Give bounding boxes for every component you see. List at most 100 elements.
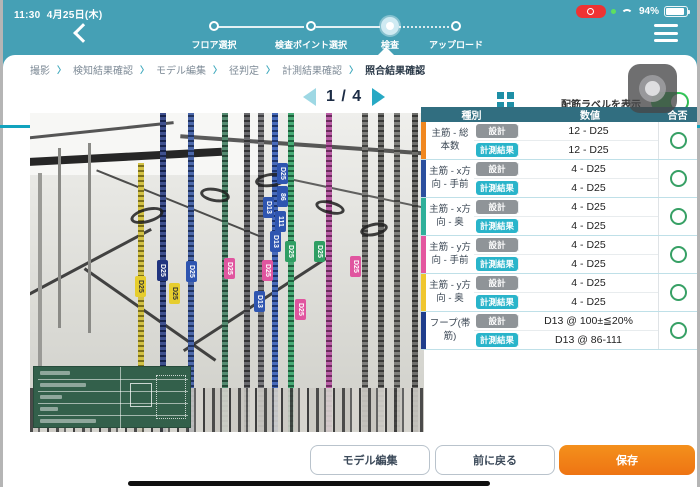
step-label-floor: フロア選択 <box>191 38 236 51</box>
table-row[interactable]: 主筋 - y方向 - 手前 設計4 - D25 計測結果4 - D25 <box>421 236 697 274</box>
design-value: 4 - D25 <box>518 277 658 289</box>
clock-and-date: 11:30 4月25日(木) <box>14 6 102 21</box>
battery-icon <box>664 6 688 17</box>
measured-badge: 計測結果 <box>476 333 518 347</box>
design-value: D13 @ 100±≦20% <box>518 315 658 327</box>
back-button[interactable] <box>73 23 93 43</box>
design-badge: 設計 <box>476 124 518 138</box>
measured-badge: 計測結果 <box>476 181 518 195</box>
row-category: 主筋 - x方向 - 奥 <box>426 198 474 235</box>
measured-value: 4 - D25 <box>518 182 658 194</box>
measured-value: 4 - D25 <box>518 258 658 270</box>
step-circle-inspect[interactable] <box>381 17 399 35</box>
table-row[interactable]: 主筋 - x方向 - 奥 設計4 - D25 計測結果4 - D25 <box>421 198 697 236</box>
measured-value: D13 @ 86-111 <box>518 334 658 346</box>
home-indicator[interactable] <box>128 481 490 486</box>
table-row[interactable]: 主筋 - y方向 - 奥 設計4 - D25 計測結果4 - D25 <box>421 274 697 312</box>
menu-button[interactable] <box>654 24 678 42</box>
nav-bar: フロア選択 検査ポイント選択 検査 アップロード <box>0 24 700 55</box>
row-category: 主筋 - 総本数 <box>426 122 474 159</box>
footer-bar: モデル編集 前に戻る 保存 <box>3 445 697 477</box>
breadcrumb-item[interactable]: 検知結果確認 <box>73 62 133 77</box>
measured-badge: 計測結果 <box>476 257 518 271</box>
screen-recording-indicator[interactable] <box>576 5 606 18</box>
result-cell <box>658 236 697 273</box>
assistive-touch-ring <box>639 75 666 102</box>
result-cell <box>658 122 697 159</box>
pass-circle-icon <box>670 132 687 149</box>
breadcrumb-item[interactable]: モデル編集 <box>156 62 206 77</box>
breadcrumb-separator-icon: 〉 <box>266 63 275 76</box>
rebar-tag: D25 <box>135 276 146 297</box>
breadcrumb-item-current: 照合結果確認 <box>365 62 425 77</box>
table-row[interactable]: フープ(帯筋) 設計D13 @ 100±≦20% 計測結果D13 @ 86-11… <box>421 312 697 350</box>
result-cell <box>658 274 697 311</box>
results-table: 種別 数値 合否 主筋 - 総本数 設計12 - D25 計測結果12 - D2… <box>421 107 697 350</box>
battery-percent: 94% <box>639 6 659 17</box>
result-cell <box>658 312 697 349</box>
measured-value: 4 - D25 <box>518 296 658 308</box>
breadcrumb-separator-icon: 〉 <box>140 63 149 76</box>
measured-value: 12 - D25 <box>518 144 658 156</box>
breadcrumb-item[interactable]: 計測結果確認 <box>282 62 342 77</box>
assistive-touch-dot <box>645 81 660 96</box>
next-page-button[interactable] <box>372 88 385 106</box>
breadcrumb-item[interactable]: 径判定 <box>229 62 259 77</box>
result-cell <box>658 198 697 235</box>
network-dot-icon <box>611 9 616 14</box>
design-badge: 設計 <box>476 162 518 176</box>
content-panel: 撮影 〉 検知結果確認 〉 モデル編集 〉 径判定 〉 計測結果確認 〉 照合結… <box>3 55 697 487</box>
row-category: 主筋 - x方向 - 手前 <box>426 160 474 197</box>
rebar-tag: D25 <box>186 261 197 282</box>
design-badge: 設計 <box>476 200 518 214</box>
model-edit-button[interactable]: モデル編集 <box>310 445 430 475</box>
design-value: 12 - D25 <box>518 125 658 137</box>
wifi-icon <box>621 7 634 17</box>
design-badge: 設計 <box>476 276 518 290</box>
page-indicator: 1 / 4 <box>326 88 362 106</box>
status-date: 4月25日(木) <box>47 10 103 21</box>
row-category: 主筋 - y方向 - 奥 <box>426 274 474 311</box>
step-circle-upload[interactable] <box>451 21 461 31</box>
construction-blackboard <box>33 366 191 428</box>
assistive-touch-button[interactable] <box>628 64 677 113</box>
measured-badge: 計測結果 <box>476 219 518 233</box>
prev-page-button[interactable] <box>303 88 316 106</box>
rebar-tag: D25 <box>295 299 306 320</box>
rebar-tag: D25 <box>157 260 168 281</box>
rebar-tag: D13 <box>263 197 274 218</box>
app-screen: 11:30 4月25日(木) 94% フロア選択 検査ポイント選択 検査 アップ… <box>0 0 700 487</box>
pass-circle-icon <box>670 208 687 225</box>
back-step-button[interactable]: 前に戻る <box>435 445 555 475</box>
pass-circle-icon <box>670 284 687 301</box>
row-category: 主筋 - y方向 - 手前 <box>426 236 474 273</box>
row-category: フープ(帯筋) <box>426 312 474 349</box>
result-cell <box>658 160 697 197</box>
design-value: 4 - D25 <box>518 201 658 213</box>
table-row[interactable]: 主筋 - x方向 - 手前 設計4 - D25 計測結果4 - D25 <box>421 160 697 198</box>
progress-stepper: フロア選択 検査ポイント選択 検査 アップロード <box>205 18 475 54</box>
rebar-tag: 86 <box>277 186 288 207</box>
header-kind: 種別 <box>421 107 522 122</box>
rebar-tag: D25 <box>224 258 235 279</box>
step-label-upload: アップロード <box>429 38 483 51</box>
design-value: 4 - D25 <box>518 239 658 251</box>
breadcrumb-separator-icon: 〉 <box>349 63 358 76</box>
rebar-tag: D25 <box>169 283 180 304</box>
step-circle-point[interactable] <box>306 21 316 31</box>
measured-value: 4 - D25 <box>518 220 658 232</box>
pass-circle-icon <box>670 246 687 263</box>
breadcrumb-separator-icon: 〉 <box>57 63 66 76</box>
save-button[interactable]: 保存 <box>559 445 695 475</box>
table-row[interactable]: 主筋 - 総本数 設計12 - D25 計測結果12 - D25 <box>421 122 697 160</box>
rebar-tag: 111 <box>275 211 286 232</box>
breadcrumb: 撮影 〉 検知結果確認 〉 モデル編集 〉 径判定 〉 計測結果確認 〉 照合結… <box>30 62 425 77</box>
inspection-photo[interactable]: D25 86 D13 111 D13 D25 D25 D25 D25 D25 D… <box>30 113 424 432</box>
step-circle-floor[interactable] <box>209 21 219 31</box>
rebar-tag: D25 <box>350 256 361 277</box>
rebar-tag: D25 <box>277 163 288 184</box>
rebar-tag: D25 <box>285 241 296 262</box>
breadcrumb-item[interactable]: 撮影 <box>30 62 50 77</box>
step-label-point: 検査ポイント選択 <box>275 38 347 51</box>
breadcrumb-separator-icon: 〉 <box>213 63 222 76</box>
